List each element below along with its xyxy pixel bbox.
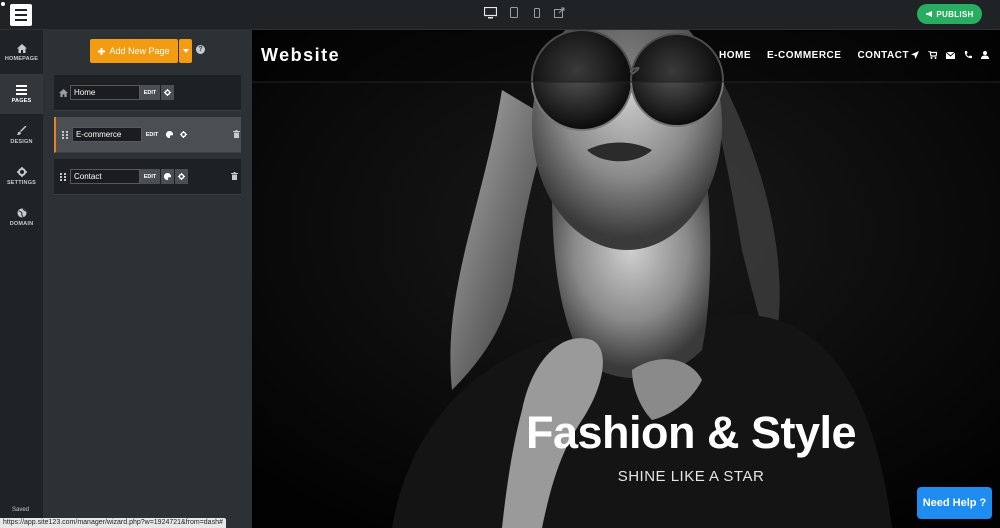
- page-row-contact[interactable]: EDIT: [54, 159, 241, 195]
- corner-dot: [1, 2, 5, 6]
- device-switcher: [484, 6, 566, 19]
- user-icon[interactable]: [981, 51, 989, 59]
- trash-icon[interactable]: [230, 171, 238, 181]
- publish-label: PUBLISH: [936, 9, 974, 19]
- rail-label-design: DESIGN: [10, 138, 33, 145]
- nav-item-home[interactable]: HOME: [719, 50, 751, 61]
- rail-item-domain[interactable]: DOMAIN: [0, 197, 43, 237]
- drag-handle-icon[interactable]: [58, 172, 68, 182]
- palette-icon: [164, 173, 171, 180]
- pages-icon: [16, 84, 27, 95]
- rail-label-pages: PAGES: [11, 97, 32, 104]
- external-link-icon[interactable]: [553, 6, 566, 19]
- drag-handle-icon[interactable]: [60, 130, 70, 140]
- menu-logo-icon[interactable]: [10, 4, 32, 26]
- page-design-button[interactable]: [161, 169, 174, 184]
- add-new-page-label: Add New Page: [109, 46, 170, 56]
- rail-item-pages[interactable]: PAGES: [0, 74, 43, 114]
- page-name-input[interactable]: [70, 169, 140, 184]
- need-help-button[interactable]: Need Help ?: [917, 487, 992, 519]
- page-design-button[interactable]: [163, 127, 176, 142]
- site-brand[interactable]: Website: [261, 45, 340, 66]
- left-rail: HOMEPAGE PAGES DESIGN SETTINGS DOMAIN: [0, 30, 43, 528]
- page-row-home[interactable]: EDIT: [54, 75, 241, 111]
- cart-icon[interactable]: [928, 51, 937, 59]
- desktop-icon[interactable]: [484, 6, 497, 19]
- gear-icon: [16, 166, 27, 177]
- mobile-icon[interactable]: [530, 6, 543, 19]
- rail-label-domain: DOMAIN: [9, 220, 34, 227]
- status-bar-url: https://app.site123.com/manager/wizard.p…: [0, 518, 226, 528]
- location-arrow-icon[interactable]: [911, 51, 919, 59]
- phone-icon[interactable]: [964, 51, 972, 59]
- top-bar: PUBLISH: [0, 0, 1000, 30]
- gear-icon: [180, 131, 187, 138]
- palette-icon: [166, 131, 173, 138]
- plus-icon: [98, 47, 106, 55]
- saved-status: Saved: [12, 507, 30, 513]
- edit-page-button[interactable]: EDIT: [140, 85, 160, 100]
- page-settings-button[interactable]: [175, 169, 188, 184]
- site-nav: HOME E-COMMERCE CONTACT: [719, 50, 909, 61]
- nav-item-e-commerce[interactable]: E-COMMERCE: [767, 50, 841, 61]
- page-settings-button[interactable]: [177, 127, 190, 142]
- publish-button[interactable]: PUBLISH: [917, 4, 982, 24]
- brush-icon: [16, 125, 26, 135]
- rail-item-settings[interactable]: SETTINGS: [0, 156, 43, 196]
- help-icon[interactable]: ?: [196, 45, 205, 54]
- home-icon: [16, 44, 27, 53]
- page-settings-button[interactable]: [161, 85, 174, 100]
- rail-item-design[interactable]: DESIGN: [0, 115, 43, 155]
- globe-icon: [17, 208, 26, 218]
- megaphone-icon: [926, 11, 933, 17]
- rail-label-homepage: HOMEPAGE: [4, 56, 39, 62]
- caret-down-icon: [182, 49, 189, 53]
- add-new-page-button[interactable]: Add New Page: [90, 39, 178, 63]
- home-icon: [58, 88, 68, 98]
- pages-panel: Add New Page ? EDIT EDIT: [43, 30, 252, 528]
- hero-subtitle: SHINE LIKE A STAR: [617, 468, 765, 485]
- website-preview: Website HOME E-COMMERCE CONTACT Fashion …: [252, 30, 1000, 528]
- page-row-e-commerce[interactable]: EDIT: [54, 117, 241, 153]
- gear-icon: [164, 89, 171, 96]
- site-nav-icons: [911, 51, 989, 59]
- nav-item-contact[interactable]: CONTACT: [857, 50, 909, 61]
- tablet-icon[interactable]: [507, 6, 520, 19]
- page-name-input[interactable]: [70, 85, 140, 100]
- hero-title: Fashion & Style: [525, 407, 857, 458]
- edit-page-button[interactable]: EDIT: [142, 127, 162, 142]
- envelope-icon[interactable]: [946, 51, 955, 59]
- add-page-dropdown-button[interactable]: [179, 39, 192, 63]
- edit-page-button[interactable]: EDIT: [140, 169, 160, 184]
- page-name-input[interactable]: [72, 127, 142, 142]
- rail-item-homepage[interactable]: HOMEPAGE: [0, 33, 43, 73]
- trash-icon[interactable]: [232, 129, 240, 139]
- gear-icon: [178, 173, 185, 180]
- rail-label-settings: SETTINGS: [6, 179, 37, 186]
